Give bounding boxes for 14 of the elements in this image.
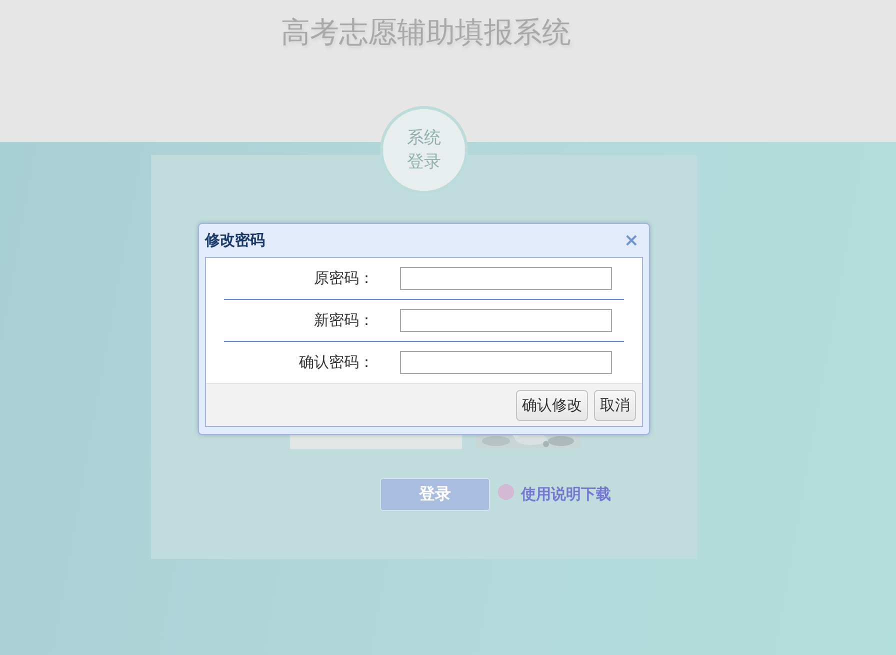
help-icon — [498, 484, 514, 500]
field-label: 新密码： — [313, 311, 375, 330]
manual-download-link[interactable]: 使用说明下载 — [521, 485, 611, 504]
dialog-title: 修改密码 — [205, 231, 265, 250]
password-field[interactable] — [400, 351, 612, 374]
login-button[interactable]: 登录 — [380, 478, 490, 511]
field-label: 原密码： — [313, 269, 375, 288]
page-title: 高考志愿辅助填报系统 — [281, 14, 571, 51]
password-field[interactable] — [400, 309, 612, 332]
cancel-button[interactable]: 取消 — [594, 390, 636, 420]
password-field[interactable] — [400, 267, 612, 290]
confirm-button[interactable]: 确认修改 — [516, 390, 588, 420]
field-label: 确认密码： — [298, 353, 375, 372]
close-button[interactable]: × — [620, 232, 643, 250]
